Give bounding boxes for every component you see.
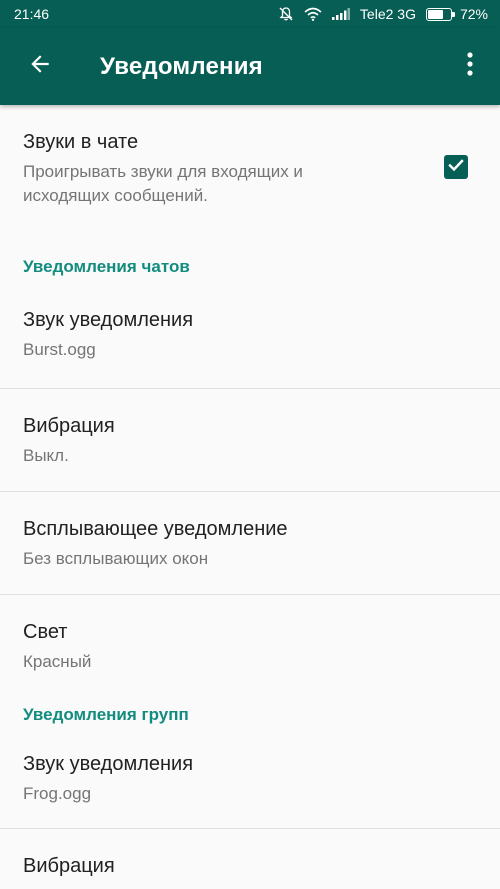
setting-value: Без всплывающих окон — [23, 549, 209, 568]
arrow-left-icon — [27, 51, 53, 82]
overflow-menu-button[interactable] — [440, 28, 500, 105]
group-notifications-header: Уведомления групп — [23, 705, 189, 724]
chat-sounds-checkbox[interactable] — [444, 155, 468, 179]
chat-sounds-title: Звуки в чате — [23, 131, 139, 153]
setting-title: Звук уведомления — [23, 753, 194, 775]
chat-sounds-summary: Проигрывать звуки для входящих и исходящ… — [23, 162, 303, 205]
setting-value: Burst.ogg — [23, 340, 96, 359]
status-icons: Tele2 3G 72% — [278, 6, 488, 22]
checkmark-icon — [447, 156, 465, 179]
chat-notifications-header: Уведомления чатов — [23, 257, 190, 276]
page-title: Уведомления — [100, 52, 263, 80]
muted-bell-icon — [278, 6, 294, 22]
back-button[interactable] — [0, 28, 80, 105]
setting-title: Вибрация — [23, 855, 115, 877]
group-notification-sound-setting[interactable]: Звук уведомления Frog.ogg — [0, 733, 500, 829]
setting-title: Вибрация — [23, 415, 115, 437]
setting-title: Всплывающее уведомление — [23, 518, 288, 540]
chat-sounds-setting[interactable]: Звуки в чате Проигрывать звуки для входя… — [0, 105, 500, 235]
group-vibration-setting[interactable]: Вибрация — [0, 829, 500, 889]
status-time: 21:46 — [14, 6, 50, 22]
chat-vibration-setting[interactable]: Вибрация Выкл. — [0, 389, 500, 492]
chat-notification-sound-setting[interactable]: Звук уведомления Burst.ogg — [0, 283, 500, 389]
chat-popup-setting[interactable]: Всплывающее уведомление Без всплывающих … — [0, 492, 500, 595]
battery-percent: 72% — [459, 6, 488, 22]
status-bar: 21:46 Tele2 3G 72% — [0, 0, 500, 28]
setting-title: Звук уведомления — [23, 309, 194, 331]
chat-light-setting[interactable]: Свет Красный — [0, 595, 500, 695]
settings-list: Звуки в чате Проигрывать звуки для входя… — [0, 105, 500, 889]
setting-value: Выкл. — [23, 446, 69, 465]
setting-title: Свет — [23, 621, 68, 643]
wifi-icon — [304, 7, 322, 21]
battery-icon — [425, 7, 455, 21]
setting-value: Frog.ogg — [23, 784, 92, 803]
signal-icon — [331, 8, 350, 20]
carrier-label: Tele2 3G — [359, 6, 416, 22]
battery-indicator: 72% — [425, 6, 488, 22]
toolbar: Уведомления — [0, 28, 500, 105]
battery-fill — [427, 9, 443, 19]
more-vert-icon — [466, 51, 474, 82]
setting-value: Красный — [23, 652, 92, 671]
